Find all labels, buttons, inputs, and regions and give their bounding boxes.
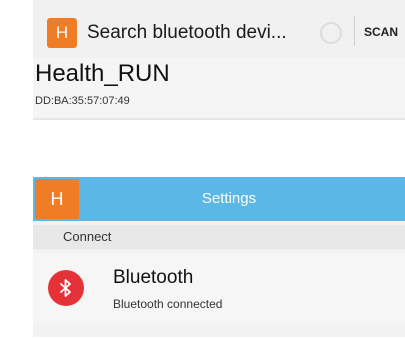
bluetooth-label: Bluetooth <box>113 267 194 288</box>
bluetooth-setting-row[interactable]: Bluetooth Bluetooth connected <box>33 253 405 323</box>
search-title: Search bluetooth devi... <box>87 22 287 43</box>
settings-screen: H Settings Connect Bluetooth Bluetooth c… <box>33 177 405 337</box>
bluetooth-status: Bluetooth connected <box>113 297 223 311</box>
device-name: Health_RUN <box>35 60 170 87</box>
list-divider <box>33 118 405 120</box>
device-mac-address: DD:BA:35:57:07:49 <box>35 95 130 107</box>
app-logo-icon[interactable]: H <box>47 18 77 48</box>
scan-button[interactable]: SCAN <box>364 25 398 39</box>
toolbar-divider <box>354 16 355 46</box>
section-header-connect: Connect <box>33 225 405 249</box>
search-toolbar: H Search bluetooth devi... SCAN <box>33 0 405 58</box>
section-label: Connect <box>63 229 112 244</box>
loading-spinner-icon <box>320 22 342 44</box>
bluetooth-icon <box>48 270 84 306</box>
bluetooth-search-screen: H Search bluetooth devi... SCAN Health_R… <box>33 0 405 120</box>
settings-title: Settings <box>201 190 257 207</box>
settings-toolbar: H Settings <box>33 177 405 221</box>
